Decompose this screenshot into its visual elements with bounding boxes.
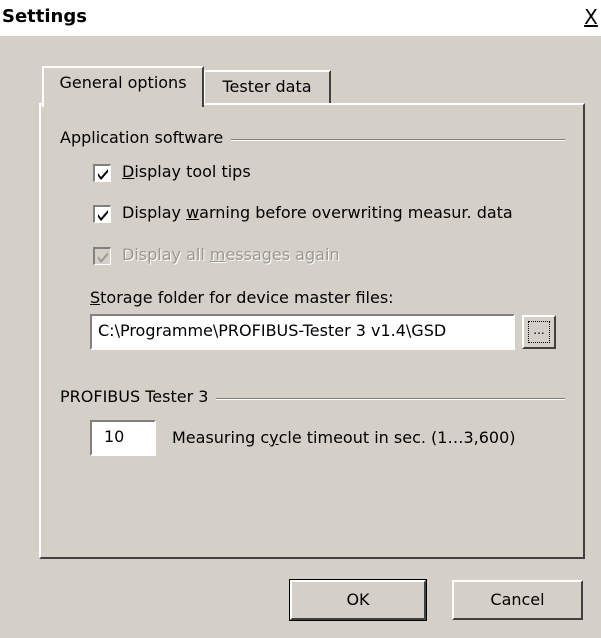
checkmark-icon [98, 169, 108, 180]
tab-tester-data-label: Tester data [222, 77, 312, 96]
tab-general-options[interactable]: General options [42, 66, 204, 107]
label-display-tool-tips[interactable]: Display tool tips [122, 162, 251, 181]
label-display-all-messages: Display all messages again [122, 245, 340, 264]
title-bar: Settings X [0, 0, 601, 36]
close-button[interactable]: X [581, 4, 601, 30]
tab-general-options-label: General options [59, 73, 187, 92]
checkbox-display-all-messages [93, 247, 111, 265]
ok-button[interactable]: OK [289, 579, 427, 621]
checkmark-icon [98, 252, 108, 263]
label-display-warning[interactable]: Display warning before overwriting measu… [122, 203, 513, 222]
checkbox-display-tool-tips[interactable] [93, 164, 111, 182]
window-title: Settings [2, 6, 87, 27]
group-label-application-software: Application software [60, 128, 232, 147]
tab-tester-data[interactable]: Tester data [203, 70, 331, 104]
cancel-button[interactable]: Cancel [452, 580, 583, 620]
label-storage-folder: Storage folder for device master files: [90, 288, 394, 307]
group-label-profibus-tester: PROFIBUS Tester 3 [60, 387, 217, 406]
checkbox-display-warning[interactable] [93, 205, 111, 223]
timeout-input[interactable]: 10 [90, 420, 156, 456]
browse-folder-button[interactable]: ... [522, 315, 556, 349]
storage-folder-input[interactable]: C:\Programme\PROFIBUS-Tester 3 v1.4\GSD [90, 314, 515, 350]
checkmark-icon [98, 210, 108, 221]
label-timeout: Measuring cycle timeout in sec. (1…3,600… [172, 428, 516, 447]
browse-label: ... [528, 321, 550, 343]
